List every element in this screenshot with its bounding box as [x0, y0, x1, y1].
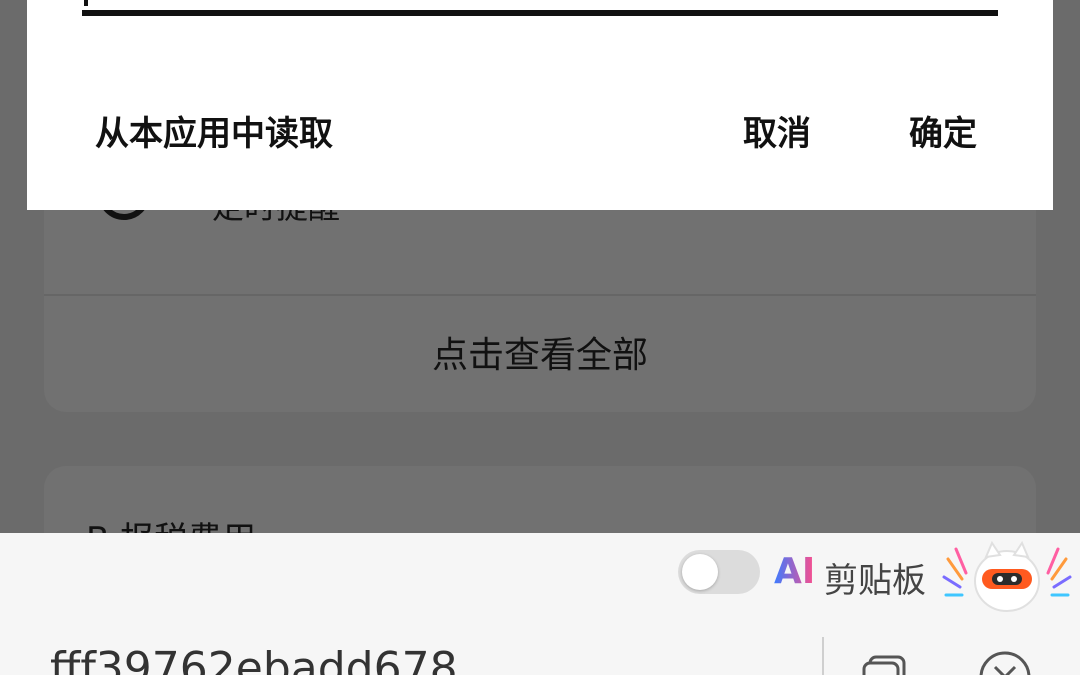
view-all-link[interactable]: 点击查看全部: [0, 326, 1080, 378]
input-dialog: 从本应用中读取 取消 确定: [27, 0, 1053, 210]
copy-icon[interactable]: [858, 645, 916, 675]
clipboard-label: 剪贴板: [824, 561, 926, 601]
screen: 定时提醒 点击查看全部 B 报税费用 从本应用中读取 取消 确定 AI 剪贴板: [0, 0, 1080, 675]
clipboard-entry-text[interactable]: fff39762ebadd678: [50, 643, 458, 675]
text-cursor: [84, 0, 88, 6]
dialog-text-input[interactable]: [82, 0, 998, 16]
keyboard-clipboard-bar: AI 剪贴板 fff39762ebadd678: [0, 533, 1080, 675]
vertical-divider: [822, 637, 824, 675]
divider: [44, 294, 1036, 296]
confirm-button[interactable]: 确定: [909, 106, 977, 155]
ai-label: AI: [774, 551, 816, 592]
toggle-knob: [682, 554, 718, 590]
ai-clipboard-toggle[interactable]: [678, 550, 760, 594]
close-icon[interactable]: [976, 645, 1034, 675]
read-from-app-button[interactable]: 从本应用中读取: [95, 106, 333, 155]
mascot-icon: [942, 540, 1072, 612]
cancel-button[interactable]: 取消: [743, 106, 811, 155]
